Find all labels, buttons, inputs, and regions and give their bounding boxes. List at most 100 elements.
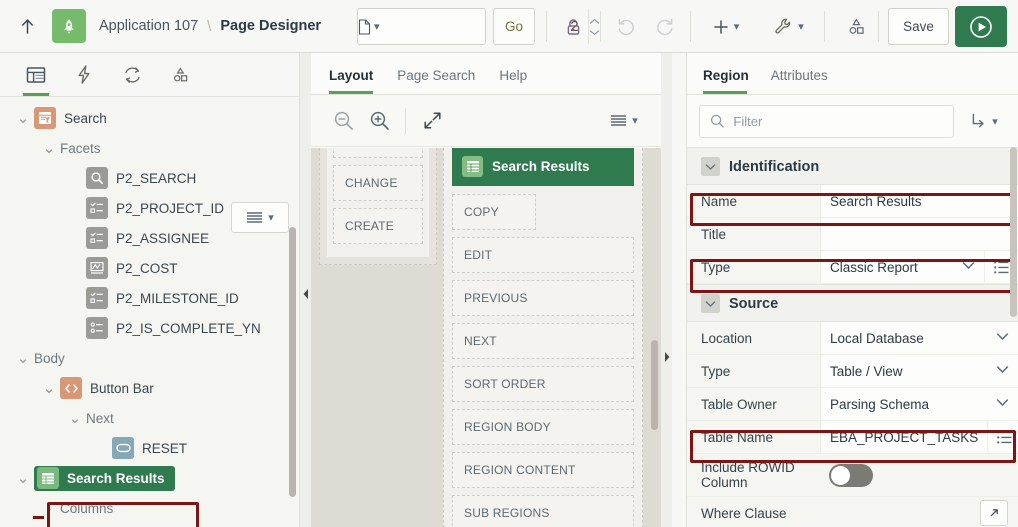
sidebar-item-dynamic-actions[interactable]	[62, 53, 106, 96]
shapes-icon[interactable]	[835, 8, 877, 45]
tab-help[interactable]: Help	[499, 68, 541, 94]
tree-node-content[interactable]: P2_COST	[86, 257, 178, 279]
tree-node-content[interactable]: RESET	[112, 437, 187, 459]
tree-node-content[interactable]: Columns	[60, 501, 113, 516]
tree-node[interactable]: P2_COST	[0, 253, 299, 283]
tree-node[interactable]: ⌄ Body	[0, 343, 299, 373]
expand-diagonal-icon[interactable]	[414, 103, 450, 139]
collapse-left-icon[interactable]	[300, 285, 311, 303]
tab-region[interactable]: Region	[703, 68, 763, 94]
chevron-down-icon[interactable]: ⌄	[12, 349, 34, 367]
run-page-button[interactable]	[955, 6, 1007, 47]
tree-node-content[interactable]: Body	[34, 351, 65, 366]
chevron-down-icon[interactable]: ⌄	[12, 469, 34, 487]
tree-node[interactable]: ⌄ Next	[0, 403, 299, 433]
unlock-icon[interactable]	[555, 8, 592, 45]
tree-node-content[interactable]: P2_SEARCH	[86, 167, 196, 189]
property-value[interactable]: Classic Report	[820, 251, 984, 283]
chevron-down-icon[interactable]: ⌄	[64, 409, 86, 427]
popup-editor-icon[interactable]	[980, 500, 1008, 526]
tree-menu-button[interactable]: ▾	[231, 202, 289, 233]
dropzone[interactable]: NEXT	[452, 323, 634, 359]
layout-menu-button[interactable]: ▾	[601, 103, 647, 139]
page-document-icon[interactable]: ▾	[358, 9, 380, 44]
go-button[interactable]: Go	[493, 8, 535, 45]
zoom-in-icon[interactable]	[361, 103, 397, 139]
tree-node-content[interactable]: P2_PROJECT_ID	[86, 197, 224, 219]
sidebar-item-rendering[interactable]	[14, 53, 58, 96]
collapse-right-icon[interactable]	[661, 348, 672, 366]
tree-node[interactable]: ⌄ Facets	[0, 133, 299, 163]
canvas-scrollbar[interactable]	[651, 340, 658, 430]
utilities-button[interactable]: ▾	[762, 8, 816, 45]
tree-node-content[interactable]: Button Bar	[60, 377, 154, 399]
chevron-down-icon[interactable]: ⌄	[38, 379, 60, 397]
dropzone[interactable]: CHANGE	[333, 165, 423, 201]
arrow-up-icon[interactable]	[10, 9, 44, 43]
tree-node-selected[interactable]: Search Results	[34, 465, 175, 491]
zoom-out-icon[interactable]	[325, 103, 361, 139]
tree-node[interactable]: ⌄ Search Results	[0, 463, 299, 493]
breadcrumb-application[interactable]: Application 107	[99, 18, 198, 34]
tree-scrollbar[interactable]	[289, 227, 296, 497]
tab-layout[interactable]: Layout	[329, 68, 387, 94]
chevron-down-icon[interactable]: ⌄	[38, 139, 60, 157]
tree-node-content[interactable]: P2_IS_COMPLETE_YN	[86, 317, 261, 339]
chevron-right-icon[interactable]: ›	[38, 500, 60, 516]
list-picker-icon[interactable]	[987, 421, 1018, 453]
property-value[interactable]: Table / View	[820, 355, 1018, 387]
tree-node[interactable]: › Columns	[0, 493, 299, 523]
tree-node-label: P2_PROJECT_ID	[116, 200, 225, 216]
dropzone[interactable]: SUB REGIONS	[452, 495, 634, 527]
tree-node-content[interactable]: P2_MILESTONE_ID	[86, 287, 239, 309]
tree-node-content[interactable]: Next	[86, 411, 114, 426]
dropzone[interactable]: DELETE	[333, 148, 423, 158]
tree-node-content[interactable]: Facets	[60, 141, 101, 156]
tree-node[interactable]: ⌄ Button Bar	[0, 373, 299, 403]
sidebar-item-processing[interactable]	[110, 53, 154, 96]
button-bar-inner: DELETE CHANGE CREATE	[327, 148, 429, 257]
dropzone[interactable]: COPY	[452, 194, 536, 230]
dropzone[interactable]: REGION BODY	[452, 409, 634, 445]
property-value[interactable]: EBA_PROJECT_TASKS	[820, 421, 988, 453]
chevron-down-icon[interactable]	[701, 294, 720, 313]
property-value[interactable]: Local Database	[820, 322, 1018, 354]
tree-node-content[interactable]: Search	[34, 107, 107, 129]
goto-group-button[interactable]: ▾	[962, 105, 1006, 138]
save-button[interactable]: Save	[888, 8, 949, 45]
code-region-icon	[60, 377, 82, 399]
include-rowid-toggle[interactable]	[829, 463, 873, 487]
property-section-header[interactable]: Identification	[687, 147, 1018, 185]
tree-node-content[interactable]: P2_ASSIGNEE	[86, 227, 209, 249]
tree-node[interactable]: P2_MILESTONE_ID	[0, 283, 299, 313]
page-selector[interactable]: ▾	[357, 8, 599, 45]
tree-node[interactable]: P2_IS_COMPLETE_YN	[0, 313, 299, 343]
tab-page-search[interactable]: Page Search	[397, 68, 489, 94]
left-splitter[interactable]	[300, 53, 311, 527]
dropzone[interactable]: REGION CONTENT	[452, 452, 634, 488]
tree-node[interactable]: ⌄ Search	[0, 103, 299, 133]
tree-node[interactable]: RESET	[0, 433, 299, 463]
dropzone[interactable]: CREATE	[333, 208, 423, 244]
region-header-search-results[interactable]: Search Results	[452, 148, 634, 186]
filter-input[interactable]	[733, 113, 943, 129]
filter-field[interactable]	[699, 104, 954, 138]
add-component-button[interactable]: ▾	[700, 8, 752, 45]
dropzone[interactable]: EDIT	[452, 237, 634, 273]
property-value[interactable]	[820, 218, 1018, 250]
tab-attributes[interactable]: Attributes	[771, 68, 842, 94]
undo-icon[interactable]	[608, 8, 645, 45]
chevron-down-icon[interactable]: ⌄	[12, 109, 34, 127]
right-splitter[interactable]	[661, 53, 672, 527]
property-value[interactable]: Parsing Schema	[820, 388, 1018, 420]
property-section-header[interactable]: Source	[687, 284, 1018, 322]
application-rocket-icon[interactable]	[52, 9, 86, 43]
property-scrollbar[interactable]	[1010, 147, 1017, 317]
dropzone[interactable]: SORT ORDER	[452, 366, 634, 402]
redo-icon[interactable]	[646, 8, 683, 45]
sidebar-item-shared-components[interactable]	[158, 53, 202, 96]
dropzone[interactable]: PREVIOUS	[452, 280, 634, 316]
tree-node[interactable]: P2_SEARCH	[0, 163, 299, 193]
property-value[interactable]: Search Results	[820, 185, 1018, 217]
chevron-down-icon[interactable]	[701, 157, 720, 176]
